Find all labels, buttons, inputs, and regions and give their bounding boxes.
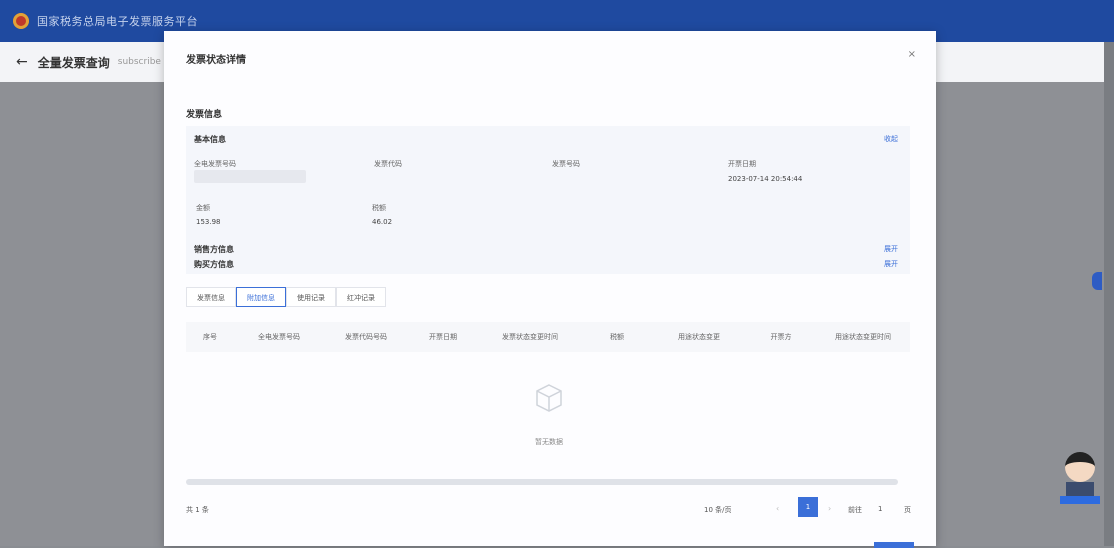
detail-tabs: 发票信息 附加信息 使用记录 红冲记录 [186, 287, 386, 307]
column-header[interactable]: 全电发票号码 [234, 332, 324, 342]
total-count: 共 1 条 [186, 506, 209, 514]
section-title: 发票信息 [186, 110, 223, 120]
column-header: 序号 [203, 333, 217, 341]
buyer-info-toggle[interactable]: 展开 [884, 259, 898, 269]
table-header: 序号 全电发票号码 发票代码号码 开票日期 发票状态变更时间 税额 用途状态变更… [186, 322, 910, 352]
empty-box-icon [536, 384, 562, 412]
goto-page-input[interactable]: 1 [878, 505, 882, 513]
page-title: 全量发票查询 [37, 55, 110, 70]
basic-info-toggle[interactable]: 收起 [884, 134, 898, 144]
tab-usage-record[interactable]: 使用记录 [286, 287, 336, 307]
goto-label: 前往 [848, 506, 862, 514]
column-header: 用途状态变更时间 [835, 333, 891, 341]
table-scrollbar[interactable] [186, 479, 898, 485]
seller-info-toggle[interactable]: 展开 [884, 244, 898, 254]
field-label-invoice-code: 发票代码 [374, 160, 402, 168]
field-value-tax: 46.02 [372, 218, 393, 226]
field-label-invoice-no: 发票号码 [552, 160, 580, 168]
column-header[interactable]: 开票日期 [408, 332, 478, 342]
field-label-amount: 金额 [196, 204, 210, 212]
page-number-button[interactable]: 1 [798, 497, 818, 517]
site-title: 国家税务总局电子发票服务平台 [37, 15, 198, 28]
field-label-invoice-number: 全电发票号码 [194, 160, 236, 168]
invoice-info-panel: 基本信息 收起 全电发票号码 发票代码 发票号码 开票日期 2023-07-14… [186, 126, 910, 274]
basic-info-title: 基本信息 [194, 135, 226, 144]
tab-invoice-info[interactable]: 发票信息 [186, 287, 236, 307]
close-icon[interactable]: × [908, 49, 916, 60]
next-page-icon[interactable]: › [828, 504, 831, 513]
column-header[interactable]: 税额 [582, 332, 652, 342]
column-header: 发票代码号码 [345, 333, 387, 341]
page-size-select[interactable]: 10 条/页 [704, 505, 732, 515]
assistant-avatar-icon[interactable] [1060, 452, 1100, 508]
prev-page-icon[interactable]: ‹ [776, 504, 779, 513]
tab-red-record[interactable]: 红冲记录 [336, 287, 386, 307]
redacted-value [194, 170, 306, 183]
invoice-status-dialog: 发票状态详情 × 发票信息 基本信息 收起 全电发票号码 发票代码 发票号码 开… [164, 31, 936, 548]
empty-state-text: 暂无数据 [535, 438, 563, 446]
seller-info-title: 销售方信息 [194, 245, 234, 254]
column-header: 发票状态变更时间 [502, 333, 558, 341]
dialog-confirm-button[interactable] [874, 542, 914, 548]
column-header[interactable]: 开票方 [746, 332, 816, 342]
page-scrollbar[interactable] [1104, 42, 1114, 546]
field-label-tax: 税额 [372, 204, 386, 212]
back-arrow-icon[interactable]: ← [16, 54, 28, 70]
pagination: 共 1 条 10 条/页 ‹ 1 › 前往 1 页 [186, 497, 914, 525]
field-value-amount: 153.98 [196, 218, 221, 226]
emblem-icon [13, 13, 29, 29]
field-label-issue-date: 开票日期 [728, 160, 756, 168]
buyer-info-title: 购买方信息 [194, 260, 234, 269]
tab-extra-info[interactable]: 附加信息 [236, 287, 286, 307]
dialog-title: 发票状态详情 [186, 55, 246, 66]
field-value-issue-date: 2023-07-14 20:54:44 [728, 175, 803, 183]
column-header: 用途状态变更 [678, 333, 720, 341]
breadcrumb: subscribe [117, 57, 161, 67]
page-unit-label: 页 [904, 506, 911, 514]
side-float-tab[interactable] [1092, 272, 1102, 290]
